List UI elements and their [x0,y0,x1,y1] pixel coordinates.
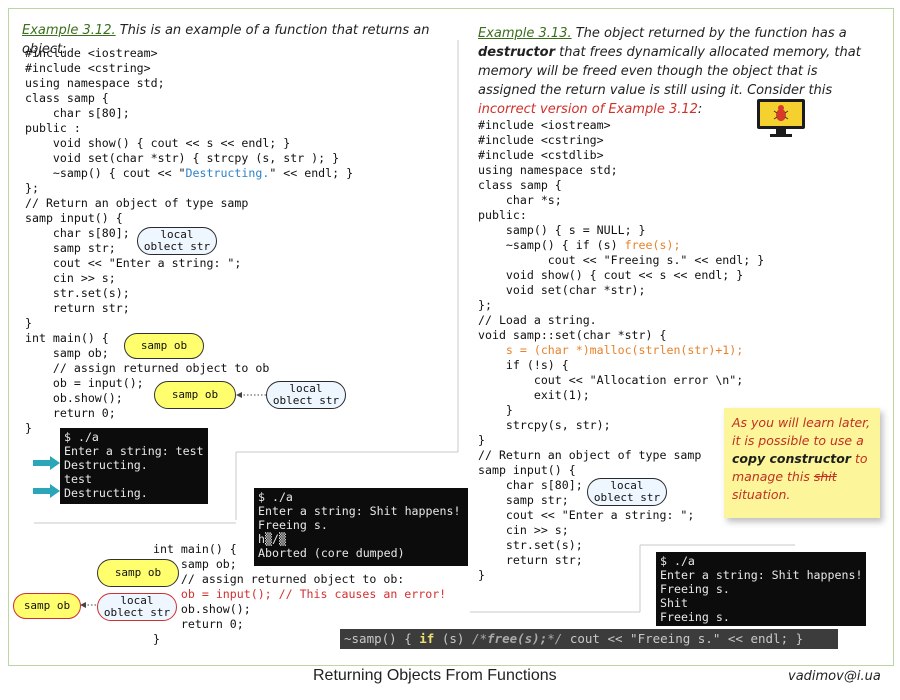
sticky-note: As you will learn later, it is possible … [724,408,880,518]
teal-arrow-icon-2 [33,484,60,498]
destructing-string: Destructing. [185,166,270,180]
teal-arrow-icon-1 [33,456,60,470]
author-email: vadimov@i.ua [788,669,881,684]
terminal-3-text: $ ./a Enter a string: Shit happens! Free… [660,554,863,624]
example-3-12-label: Example 3.12. [22,23,116,38]
darkbar-comment-close: */ [547,631,563,646]
terminal-1-text: $ ./a Enter a string: test Destructing. … [64,430,204,500]
strikethrough-word: shit [813,469,837,484]
darkbar-string: "Freeing s." [630,631,721,646]
right-code-part1: #include <iostream> #include <cstring> #… [478,118,646,252]
terminal-output-3: $ ./a Enter a string: Shit happens! Free… [656,552,866,626]
right-code-block: #include <iostream> #include <cstring> #… [478,118,764,583]
local-object-bubble-2: local oblect str [266,381,346,409]
right-code-part3: if (!s) { cout << "Allocation error \n";… [478,358,744,582]
right-code-part2: cout << "Freeing s." << endl; } void sho… [478,253,765,342]
local-object-bubble-red: local oblect str [97,593,177,621]
darkbar-p3: cout << [562,631,631,646]
malloc-line: s = (char *)malloc(strlen(str)+1); [505,343,744,357]
darkbar-if-keyword: if [419,631,435,646]
destructor-bold: destructor [478,45,556,60]
incorrect-version-text: incorrect version of Example 3.12 [478,102,698,117]
error-assignment-line: ob = input(); // This causes an error! [180,587,447,601]
example-3-13-label: Example 3.13. [478,26,572,41]
local-object-bubble: local oblect str [137,227,217,255]
footer-title: Returning Objects From Functions [313,667,557,684]
right-caption-text-3: : [697,102,703,117]
samp-ob-bubble: samp ob [124,333,204,359]
terminal-output-1: $ ./a Enter a string: test Destructing. … [60,428,208,504]
note-text-3: situation. [732,487,791,502]
darkbar-commented-free: free(s); [487,631,548,646]
samp-ob-bubble-3: samp ob [97,559,179,587]
note-text-1: As you will learn later, it is possible … [732,415,871,448]
fixed-destructor-bar: ~samp() { if (s) /*free(s);*/ cout << "F… [340,629,838,649]
local-object-bubble-3: local oblect str [587,478,667,506]
left-code-part1: #include <iostream> #include <cstring> u… [25,46,340,180]
samp-ob-bubble-2: samp ob [154,381,236,409]
darkbar-comment-open: /* [471,631,488,646]
copy-constructor-bold: copy constructor [732,451,851,466]
darkbar-p1: ~samp() { [344,631,420,646]
right-caption-text-1: The object returned by the function has … [571,26,847,41]
darkbar-p2: (s) [434,631,472,646]
right-caption: Example 3.13. The object returned by the… [478,24,878,119]
fixed-destructor-code: ~samp() { if (s) /*free(s);*/ cout << "F… [340,629,838,649]
samp-ob-bubble-red: samp ob [13,593,81,619]
darkbar-p4: << endl; } [720,631,804,646]
teal-arrow-icon [33,456,60,498]
free-call: free(s); [624,238,681,252]
